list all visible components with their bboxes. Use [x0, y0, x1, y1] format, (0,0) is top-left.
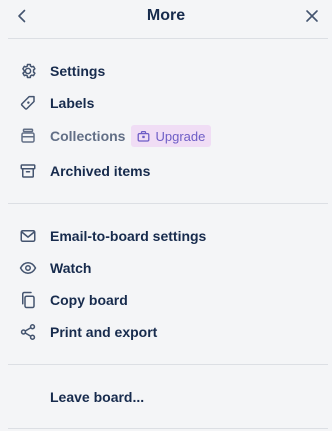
tag-icon [16, 91, 40, 115]
menu-item-label: Settings [50, 63, 106, 79]
menu-item-settings[interactable]: Settings [8, 56, 324, 86]
popover-header: More [0, 0, 332, 38]
menu-item-copy-board[interactable]: Copy board [8, 285, 324, 315]
menu-item-label: Archived items [50, 163, 151, 179]
copy-icon [16, 288, 40, 312]
menu-item-leave-board[interactable]: Leave board... [8, 382, 324, 412]
menu-item-collections[interactable]: Collections Upgrade [8, 121, 324, 151]
menu-item-label: Leave board... [50, 389, 145, 405]
gear-icon [16, 59, 40, 83]
close-icon [304, 8, 320, 24]
upgrade-label: Upgrade [155, 128, 206, 144]
menu-item-label: Copy board [50, 292, 128, 308]
menu-item-label: Collections [50, 128, 126, 144]
menu-item-email-to-board[interactable]: Email-to-board settings [8, 221, 324, 251]
briefcase-icon [136, 129, 150, 143]
share-icon [16, 320, 40, 344]
archive-icon [16, 159, 40, 183]
upgrade-badge[interactable]: Upgrade [131, 125, 212, 147]
popover-title: More [146, 7, 186, 24]
section-divider [8, 364, 328, 365]
bottom-divider [8, 428, 328, 429]
menu-item-label: Print and export [50, 324, 158, 340]
menu-item-label: Watch [50, 260, 92, 276]
section-divider [8, 203, 328, 204]
envelope-icon [16, 224, 40, 248]
menu-item-label: Email-to-board settings [50, 228, 207, 244]
menu-item-watch[interactable]: Watch [8, 253, 324, 283]
menu-item-label: Labels [50, 95, 95, 111]
close-button[interactable] [300, 4, 324, 28]
eye-icon [16, 256, 40, 280]
menu-item-labels[interactable]: Labels [8, 88, 324, 118]
header-divider [8, 38, 328, 39]
collections-icon [16, 124, 40, 148]
menu-item-archived-items[interactable]: Archived items [8, 156, 324, 186]
menu-item-print-export[interactable]: Print and export [8, 317, 324, 347]
